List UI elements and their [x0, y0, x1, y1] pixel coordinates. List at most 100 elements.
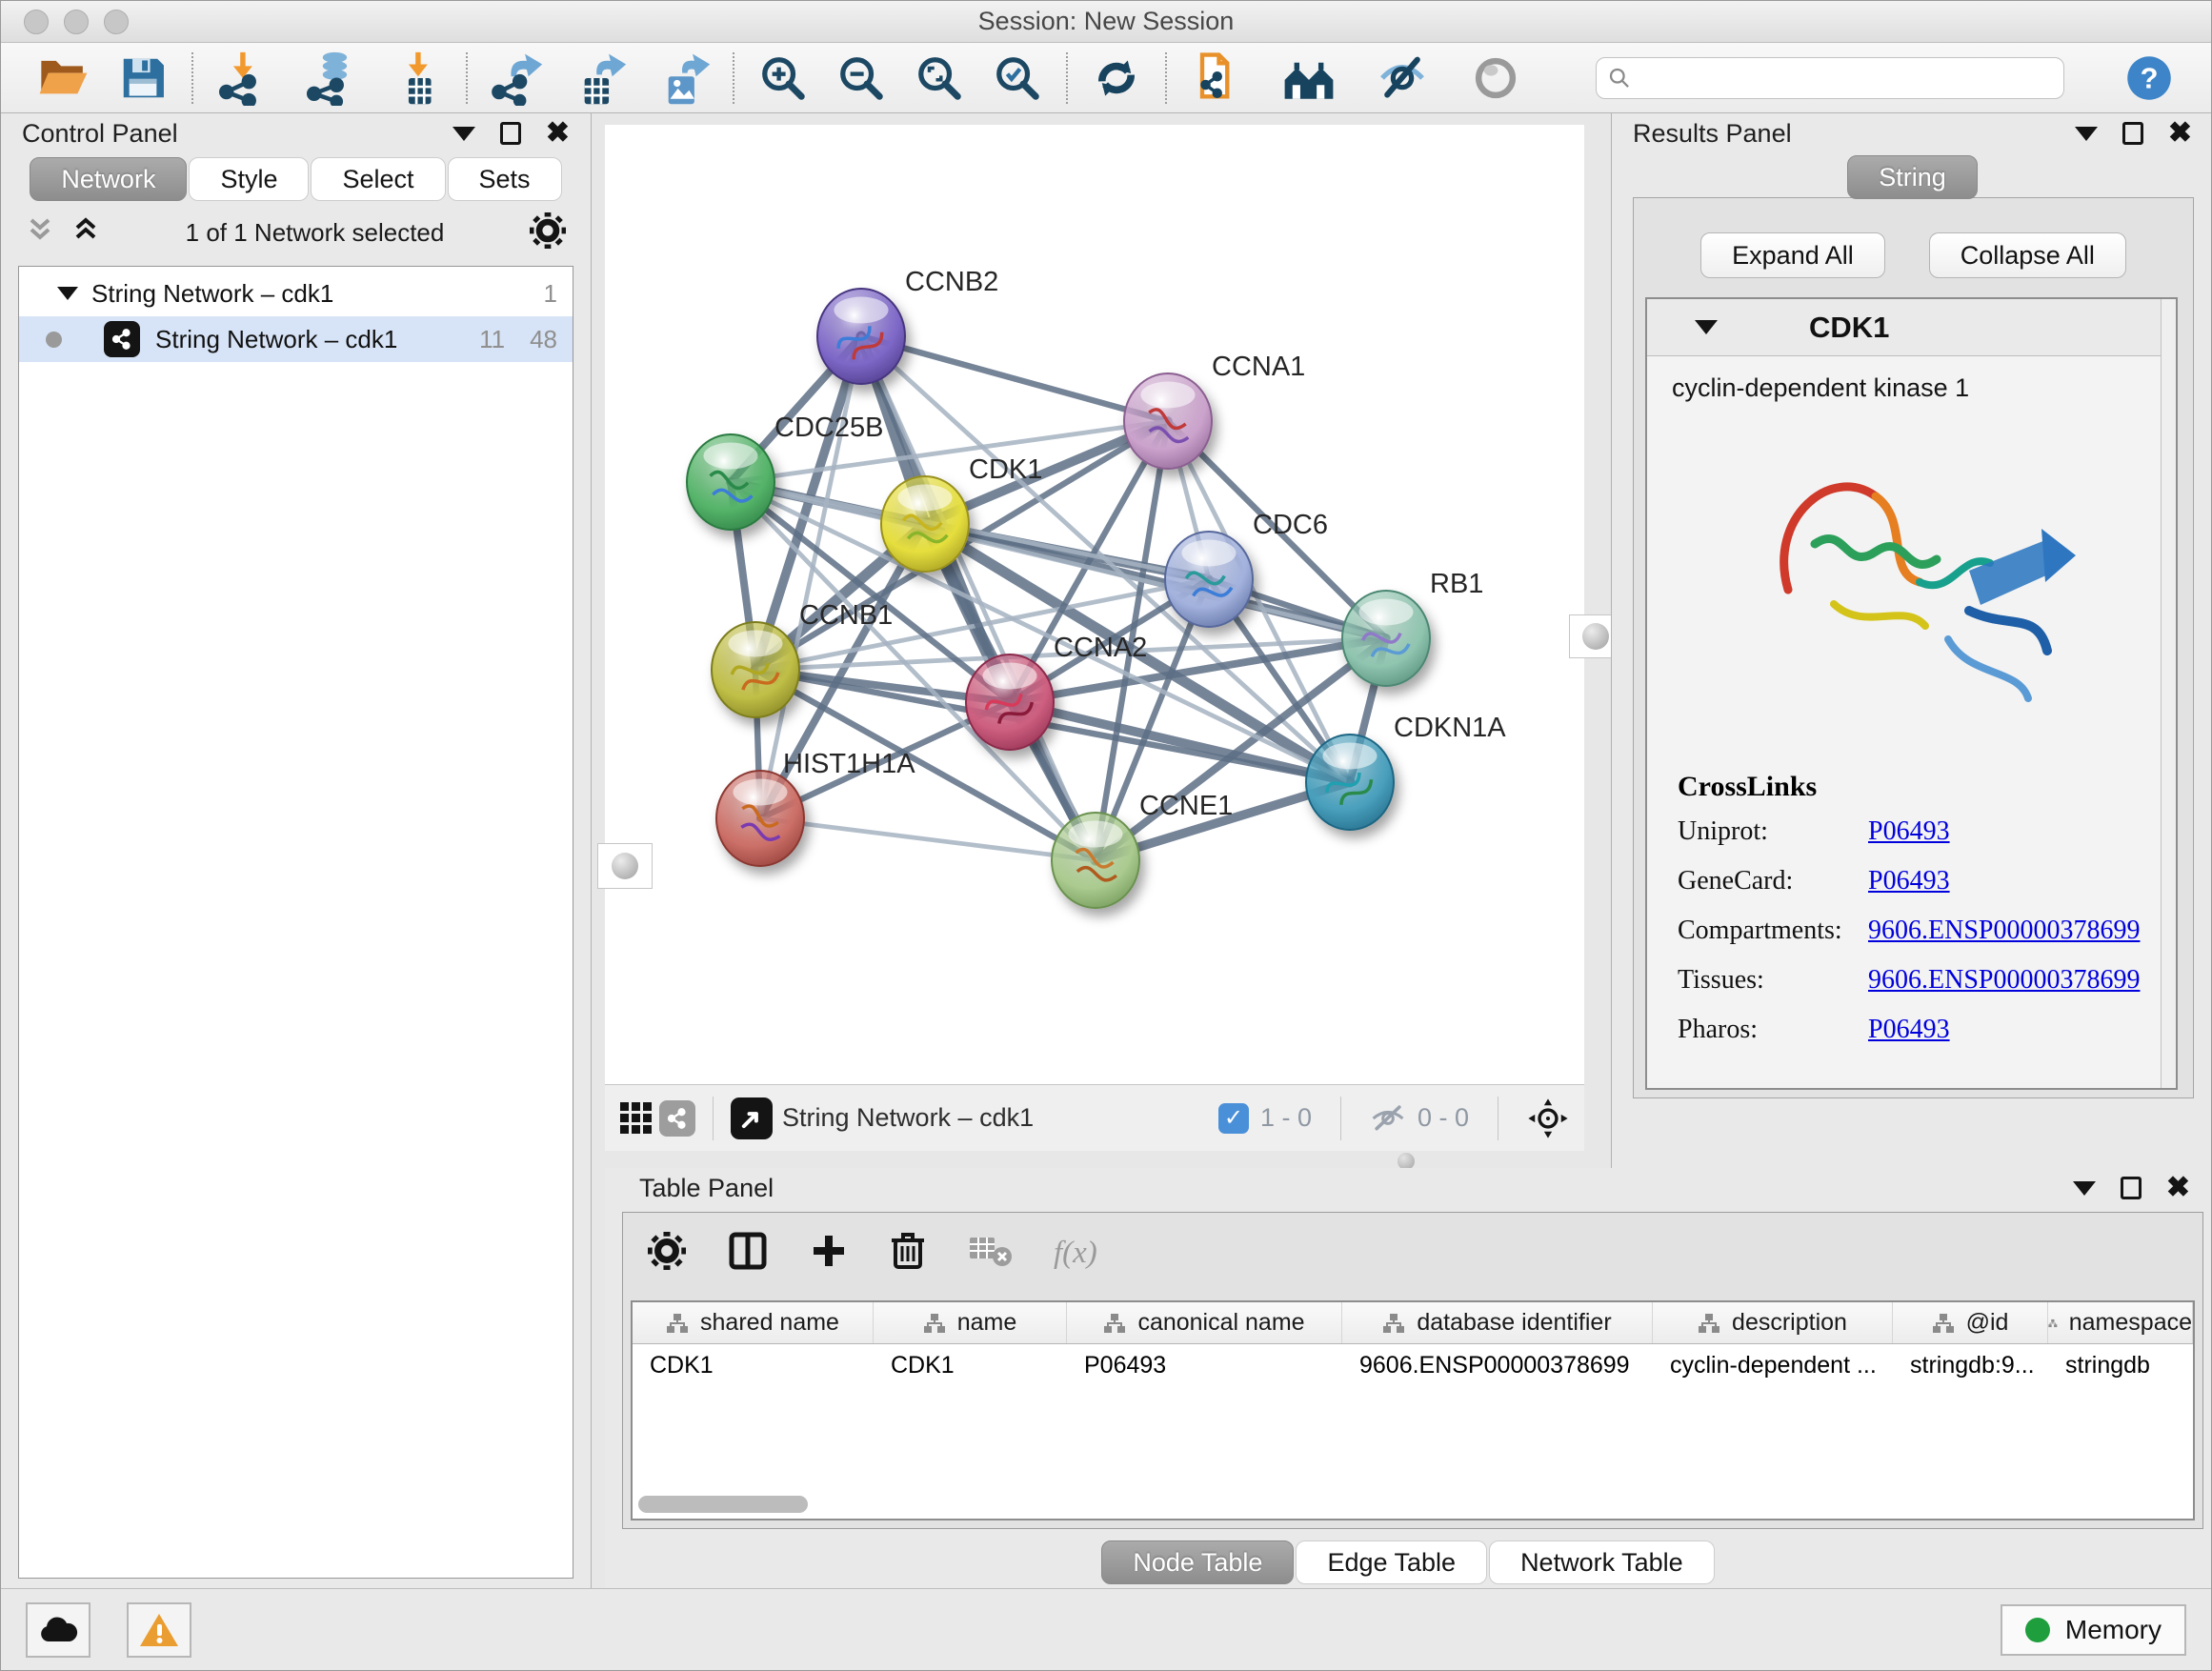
- table-cell[interactable]: stringdb: [2048, 1344, 2193, 1386]
- zoom-selected-icon[interactable]: [988, 49, 1047, 108]
- float-panel-icon[interactable]: [2122, 122, 2143, 145]
- network-options-gear-icon[interactable]: [530, 212, 566, 253]
- column-header-namespace[interactable]: namespace: [2048, 1302, 2193, 1343]
- main-toolbar: ?: [1, 43, 2211, 113]
- table-cell[interactable]: CDK1: [874, 1344, 1067, 1386]
- table-cell[interactable]: P06493: [1067, 1344, 1342, 1386]
- show-all-icon[interactable]: [1466, 49, 1525, 108]
- import-table-icon[interactable]: [388, 49, 447, 108]
- first-neighbors-icon[interactable]: [1279, 49, 1338, 108]
- help-button[interactable]: ?: [2120, 49, 2179, 108]
- close-panel-icon[interactable]: ✖: [2168, 122, 2192, 145]
- column-header-shared-name[interactable]: shared name: [633, 1302, 874, 1343]
- add-column-icon[interactable]: [810, 1232, 848, 1275]
- network-canvas[interactable]: CCNB2CCNA1CDC25BCDK1CDC6RB1CCNB1CCNA2CDK…: [605, 125, 1584, 1084]
- network-edge-CCNB2-CCNE1[interactable]: [861, 336, 1096, 860]
- maximize-window-button[interactable]: [104, 10, 129, 34]
- column-header-description[interactable]: description: [1653, 1302, 1893, 1343]
- cloud-status-button[interactable]: [26, 1602, 90, 1658]
- crosshair-icon[interactable]: [1527, 1097, 1569, 1139]
- crosslink-link[interactable]: 9606.ENSP00000378699: [1868, 965, 2176, 996]
- protein-name: CDK1: [1809, 311, 1889, 345]
- column-header--id[interactable]: @id: [1893, 1302, 2048, 1343]
- tab-style[interactable]: Style: [189, 157, 309, 201]
- tab-network-table[interactable]: Network Table: [1489, 1540, 1715, 1584]
- column-header-database-identifier[interactable]: database identifier: [1342, 1302, 1653, 1343]
- selected-checkbox-icon[interactable]: ✓: [1218, 1103, 1249, 1134]
- show-columns-icon[interactable]: [728, 1231, 768, 1276]
- tab-network[interactable]: Network: [30, 157, 187, 201]
- network-edge-CCNE1-HIST1H1A[interactable]: [760, 818, 1096, 860]
- network-node-RB1[interactable]: RB1: [1342, 569, 1483, 686]
- table-cell[interactable]: 9606.ENSP00000378699: [1342, 1344, 1653, 1386]
- network-node-HIST1H1A[interactable]: HIST1H1A: [716, 749, 915, 866]
- float-panel-icon[interactable]: [2121, 1177, 2142, 1199]
- network-edge-CCNA2-CDKN1A[interactable]: [1010, 702, 1350, 782]
- minimize-window-button[interactable]: [64, 10, 89, 34]
- network-edge-CCNB2-HIST1H1A[interactable]: [760, 336, 861, 818]
- crosslink-link[interactable]: P06493: [1868, 816, 2176, 847]
- tab-node-table[interactable]: Node Table: [1101, 1540, 1294, 1584]
- zoom-fit-icon[interactable]: [910, 49, 969, 108]
- network-collection-row[interactable]: String Network – cdk1 1: [19, 271, 573, 316]
- memory-button[interactable]: Memory: [2001, 1604, 2186, 1656]
- collection-expand-icon[interactable]: [57, 287, 78, 300]
- table-cell[interactable]: cyclin-dependent ...: [1653, 1344, 1893, 1386]
- collapse-all-button[interactable]: Collapse All: [1929, 232, 2126, 278]
- search-bar[interactable]: [1596, 57, 2064, 99]
- search-input[interactable]: [1640, 64, 2052, 91]
- expand-all-networks-icon[interactable]: [71, 214, 100, 251]
- export-table-icon[interactable]: [571, 49, 630, 108]
- collapse-all-networks-icon[interactable]: [26, 214, 54, 251]
- float-panel-icon[interactable]: [500, 122, 521, 145]
- close-window-button[interactable]: [24, 10, 49, 34]
- hide-selected-icon[interactable]: [1373, 49, 1432, 108]
- network-node-CCNA1[interactable]: CCNA1: [1124, 352, 1305, 469]
- network-row[interactable]: String Network – cdk1 11 48: [19, 316, 573, 362]
- panel-menu-icon[interactable]: [2075, 127, 2098, 141]
- delete-table-icon[interactable]: [968, 1234, 1012, 1273]
- close-panel-icon[interactable]: ✖: [2166, 1177, 2190, 1199]
- open-session-icon[interactable]: [33, 49, 92, 108]
- tab-sets[interactable]: Sets: [448, 157, 562, 201]
- tab-select[interactable]: Select: [311, 157, 445, 201]
- column-header-canonical-name[interactable]: canonical name: [1067, 1302, 1342, 1343]
- refresh-icon[interactable]: [1087, 49, 1146, 108]
- column-header-name[interactable]: name: [874, 1302, 1067, 1343]
- close-panel-icon[interactable]: ✖: [546, 122, 570, 145]
- network-node-CDKN1A[interactable]: CDKN1A: [1306, 713, 1506, 830]
- crosslink-link[interactable]: 9606.ENSP00000378699: [1868, 916, 2176, 946]
- import-network-icon[interactable]: [212, 49, 271, 108]
- crosslink-link[interactable]: P06493: [1868, 866, 2176, 896]
- table-settings-gear-icon[interactable]: [648, 1232, 686, 1275]
- table-cell[interactable]: CDK1: [633, 1344, 874, 1386]
- crosslink-link[interactable]: P06493: [1868, 1015, 2176, 1045]
- panel-menu-icon[interactable]: [2073, 1181, 2096, 1196]
- tab-string[interactable]: String: [1847, 155, 1978, 199]
- export-network-icon[interactable]: [487, 49, 546, 108]
- title-bar: Session: New Session: [1, 1, 2211, 43]
- warning-status-button[interactable]: [127, 1602, 191, 1658]
- panel-menu-icon[interactable]: [452, 127, 475, 141]
- birdseye-view-icon[interactable]: [731, 1097, 773, 1139]
- table-cell[interactable]: stringdb:9...: [1893, 1344, 2048, 1386]
- left-splitter-handle[interactable]: [597, 843, 653, 889]
- function-builder-icon[interactable]: f(x): [1054, 1236, 1097, 1271]
- import-network-from-database-icon[interactable]: [300, 49, 359, 108]
- string-share-icon[interactable]: [659, 1100, 695, 1137]
- string-app-icon: [104, 321, 140, 357]
- expand-all-button[interactable]: Expand All: [1700, 232, 1885, 278]
- delete-column-icon[interactable]: [890, 1231, 926, 1276]
- zoom-out-icon[interactable]: [832, 49, 891, 108]
- table-row[interactable]: CDK1CDK1P064939606.ENSP00000378699cyclin…: [633, 1344, 2193, 1386]
- table-horizontal-scrollbar[interactable]: [638, 1496, 808, 1513]
- node-table: shared namenamecanonical namedatabase id…: [631, 1300, 2195, 1520]
- results-scrollbar[interactable]: [2161, 299, 2176, 1088]
- apply-string-style-icon[interactable]: [1186, 49, 1245, 108]
- export-image-icon[interactable]: [654, 49, 714, 108]
- grid-view-icon[interactable]: [620, 1102, 652, 1134]
- protein-collapse-icon[interactable]: [1695, 320, 1718, 334]
- zoom-in-icon[interactable]: [754, 49, 813, 108]
- tab-edge-table[interactable]: Edge Table: [1296, 1540, 1487, 1584]
- save-session-icon[interactable]: [113, 49, 172, 108]
